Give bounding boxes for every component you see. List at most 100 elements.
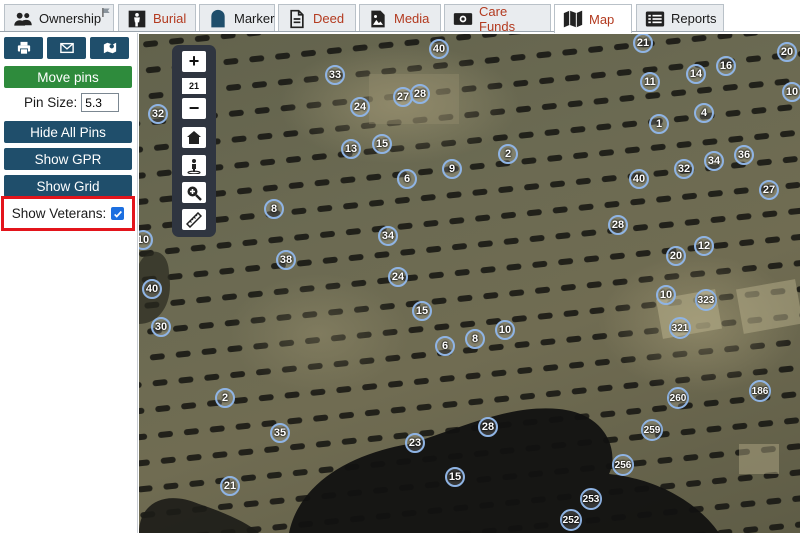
money-icon (453, 9, 473, 29)
pin-size-input[interactable] (81, 93, 120, 112)
tab-media[interactable]: Media (359, 4, 441, 32)
map-sidebar: Move pins Pin Size: Hide All Pins Show G… (0, 33, 138, 533)
burial-pin[interactable]: 10 (782, 82, 800, 102)
tab-label: Deed (313, 11, 345, 26)
map-icon (563, 9, 583, 29)
envelope-icon (59, 42, 74, 54)
tab-care-funds[interactable]: Care Funds (444, 3, 551, 34)
burial-pin[interactable]: 34 (378, 226, 398, 246)
show-veterans-checkbox[interactable] (111, 207, 125, 220)
show-grid-button[interactable]: Show Grid (4, 175, 132, 197)
map-location-button[interactable] (90, 37, 129, 59)
tab-label: Marker (234, 11, 275, 26)
hide-all-pins-button[interactable]: Hide All Pins (4, 121, 132, 143)
burial-pin[interactable]: 1 (649, 114, 669, 134)
print-button[interactable] (4, 37, 43, 59)
burial-pin[interactable]: 259 (641, 419, 663, 441)
tab-label: Reports (671, 11, 717, 26)
burial-pin[interactable]: 2 (498, 144, 518, 164)
tab-label: Media (394, 11, 430, 26)
locate-button[interactable] (182, 155, 206, 176)
users-icon (13, 9, 33, 29)
burial-pin[interactable]: 11 (640, 72, 660, 92)
tab-label: Care Funds (479, 3, 516, 34)
burial-pin[interactable]: 8 (264, 199, 284, 219)
tab-marker[interactable]: Marker (199, 4, 275, 32)
burial-pin[interactable]: 40 (629, 169, 649, 189)
gravestone-icon (208, 9, 228, 29)
tab-ownership[interactable]: Ownership (4, 4, 114, 32)
burial-pin[interactable]: 6 (397, 169, 417, 189)
burial-pin[interactable]: 21 (220, 476, 240, 496)
burial-pin[interactable]: 4 (694, 103, 714, 123)
burial-pin[interactable]: 323 (695, 289, 717, 311)
burial-pin[interactable]: 15 (445, 467, 465, 487)
magnifier-plus-icon (187, 186, 202, 201)
map-view[interactable]: 40 21 20 33 27 28 11 14 16 10 32 24 1 4 13 15 2 32 34 36 9 6 4… (139, 34, 800, 533)
burial-pin[interactable]: 10 (656, 285, 676, 305)
burial-pin[interactable]: 38 (276, 250, 296, 270)
map-pin-icon (103, 42, 116, 54)
burial-pin[interactable]: 2 (215, 388, 235, 408)
burial-pin[interactable]: 16 (716, 56, 736, 76)
burial-pin[interactable]: 40 (142, 279, 162, 299)
burial-pin[interactable]: 27 (759, 180, 779, 200)
burial-pin[interactable]: 6 (435, 336, 455, 356)
burial-pin[interactable]: 30 (151, 317, 171, 337)
tab-label: Map (589, 11, 615, 27)
zoom-area-button[interactable] (182, 182, 206, 203)
burial-pin[interactable]: 186 (749, 380, 771, 402)
burial-pin[interactable]: 20 (777, 42, 797, 62)
tab-burial[interactable]: Burial (118, 4, 196, 32)
home-icon (187, 130, 201, 144)
burial-pin[interactable]: 32 (674, 159, 694, 179)
tab-map[interactable]: Map (554, 4, 632, 33)
show-veterans-toggle: Show Veterans: (1, 196, 135, 231)
burial-pin[interactable]: 15 (412, 301, 432, 321)
burial-pin[interactable]: 32 (148, 104, 168, 124)
burial-pin[interactable]: 9 (442, 159, 462, 179)
image-icon (368, 9, 388, 29)
move-pins-button[interactable]: Move pins (4, 66, 132, 88)
burial-pin[interactable]: 252 (560, 509, 582, 531)
tab-deed[interactable]: Deed (278, 4, 356, 32)
burial-pin[interactable]: 13 (341, 139, 361, 159)
measure-button[interactable] (182, 209, 206, 230)
burial-pin[interactable]: 34 (704, 151, 724, 171)
burial-pin[interactable]: 28 (410, 84, 430, 104)
zoom-level: 21 (182, 78, 206, 94)
show-gpr-button[interactable]: Show GPR (4, 148, 132, 170)
burial-pin[interactable]: 10 (495, 320, 515, 340)
document-icon (287, 9, 307, 29)
burial-pin[interactable]: 28 (478, 417, 498, 437)
burial-pin[interactable]: 28 (608, 215, 628, 235)
burial-pin[interactable]: 24 (350, 97, 370, 117)
burial-pin[interactable]: 253 (580, 488, 602, 510)
email-button[interactable] (47, 37, 86, 59)
zoom-out-button[interactable]: − (182, 98, 206, 119)
burial-pin[interactable]: 33 (325, 65, 345, 85)
burial-pin[interactable]: 36 (734, 145, 754, 165)
burial-pin[interactable]: 15 (372, 134, 392, 154)
burial-pin[interactable]: 256 (612, 454, 634, 476)
tab-reports[interactable]: Reports (636, 4, 724, 32)
burial-pin[interactable]: 321 (669, 317, 691, 339)
burial-pin[interactable]: 20 (666, 246, 686, 266)
burial-pin[interactable]: 21 (633, 34, 653, 53)
tab-label: Ownership (39, 11, 102, 26)
burial-pin[interactable]: 23 (405, 433, 425, 453)
burial-pin[interactable]: 12 (694, 236, 714, 256)
printer-icon (17, 41, 30, 55)
zoom-in-button[interactable]: + (182, 51, 206, 72)
burial-pin[interactable]: 260 (667, 387, 689, 409)
tab-label: Burial (153, 11, 187, 26)
tab-bar: Ownership Burial Marker Deed Media Care … (0, 0, 800, 34)
show-veterans-label: Show Veterans: (11, 206, 107, 221)
burial-pin[interactable]: 8 (465, 329, 485, 349)
burial-pin[interactable]: 40 (429, 39, 449, 59)
burial-pin[interactable]: 24 (388, 267, 408, 287)
burial-pin[interactable]: 14 (686, 64, 706, 84)
burial-pin[interactable]: 35 (270, 423, 290, 443)
home-button[interactable] (182, 127, 206, 148)
list-icon (645, 9, 665, 29)
